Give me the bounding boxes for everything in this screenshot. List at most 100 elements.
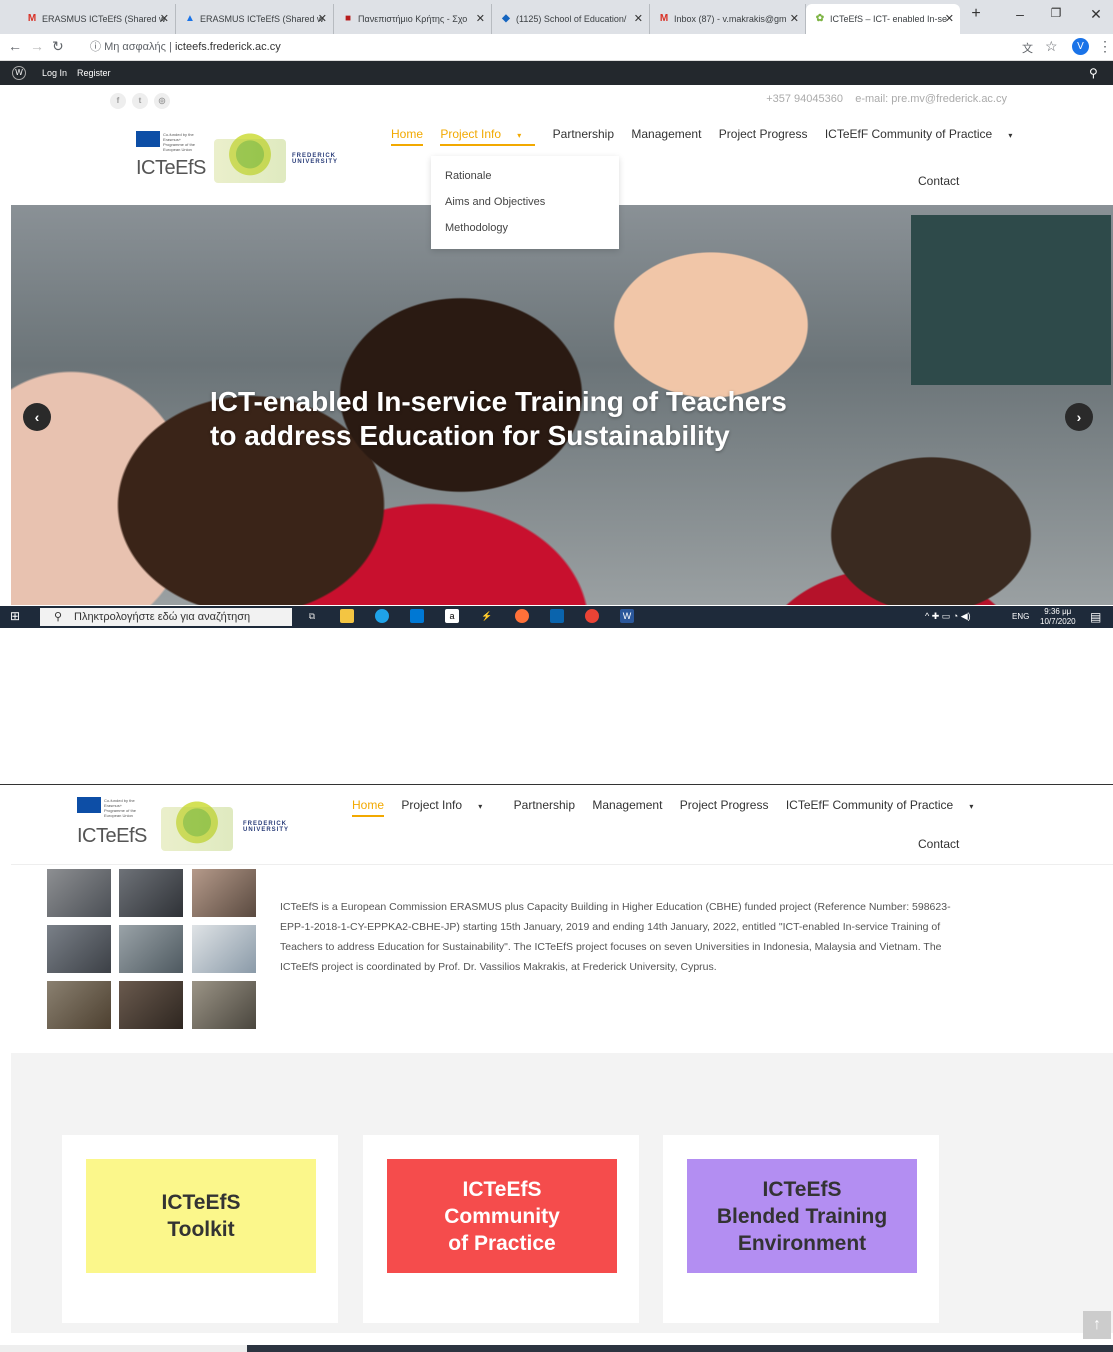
browser-tab[interactable]: M Inbox (87) - v.makrakis@gm ✕ — [650, 4, 806, 34]
close-tab-icon[interactable]: ✕ — [945, 4, 954, 34]
browser-tab[interactable]: M ERASMUS ICTeEfS (Shared w ✕ — [18, 4, 176, 34]
new-tab-button[interactable]: + — [966, 5, 986, 23]
mail-icon[interactable] — [550, 609, 564, 623]
back-icon[interactable]: ← — [8, 38, 22, 54]
menu-item-partnership[interactable]: Partnership — [553, 127, 614, 141]
task-view-icon[interactable]: ⧉ — [305, 609, 319, 623]
close-window-icon[interactable]: ✕ — [1086, 6, 1106, 23]
app-icon[interactable]: ⚡ — [480, 609, 494, 623]
close-tab-icon[interactable]: ✕ — [160, 4, 169, 34]
menu-item-community[interactable]: ICTeEfF Community of Practice ▾ — [786, 798, 988, 812]
email-address[interactable]: e-mail: pre.mv@frederick.ac.cy — [855, 93, 1007, 105]
bottom-screenshot: Co-funded by the Erasmus+ Programme of t… — [0, 784, 1113, 1352]
frederick-logo: FREDERICK UNIVERSITY — [243, 821, 290, 833]
browser-tab-active[interactable]: ✿ ICTeEfS – ICT- enabled In-se ✕ — [806, 4, 960, 34]
prev-slide-icon[interactable]: ‹ — [23, 403, 51, 431]
maximize-icon[interactable]: ❐ — [1046, 6, 1066, 20]
community-card[interactable]: ICTeEfS Community of Practice — [363, 1135, 639, 1323]
amazon-icon[interactable]: a — [445, 609, 459, 623]
search-icon[interactable]: ⚲ — [1089, 61, 1098, 85]
language-indicator[interactable]: ENG — [1012, 612, 1029, 621]
gallery-photo[interactable] — [192, 981, 256, 1029]
back-to-top-icon[interactable]: ↑ — [1083, 1311, 1111, 1339]
site-logo[interactable]: Co-funded by the Erasmus+ Programme of t… — [136, 131, 376, 183]
hero-title-line1: ICT-enabled In-service Training of Teach… — [210, 386, 787, 417]
clock[interactable]: 9:36 μμ 10/7/2020 — [1040, 607, 1076, 627]
close-tab-icon[interactable]: ✕ — [318, 4, 327, 34]
close-tab-icon[interactable]: ✕ — [790, 4, 799, 34]
bookmark-star-icon[interactable]: ☆ — [1045, 38, 1058, 55]
toolkit-button[interactable]: ICTeEfS Toolkit — [86, 1159, 316, 1273]
blended-training-button[interactable]: ICTeEfS Blended Training Environment — [687, 1159, 917, 1273]
menu-item-contact[interactable]: Contact — [918, 174, 959, 188]
address-bar: ← → ↻ ⓘ Μη ασφαλής | icteefs.frederick.a… — [0, 34, 1113, 61]
blended-training-card[interactable]: ICTeEfS Blended Training Environment — [663, 1135, 939, 1323]
dropdown-item-aims[interactable]: Aims and Objectives — [431, 196, 619, 222]
minimize-icon[interactable]: – — [1010, 6, 1030, 22]
hero-slider: ICT-enabled In-service Training of Teach… — [11, 205, 1113, 605]
browser-tab[interactable]: ■ Πανεπιστήμιο Κρήτης - Σχο ✕ — [334, 4, 492, 34]
menu-item-home[interactable]: Home — [391, 127, 424, 146]
file-explorer-icon[interactable] — [340, 609, 354, 623]
eu-flag-icon — [136, 131, 160, 147]
dropdown-item-methodology[interactable]: Methodology — [431, 222, 619, 248]
menu-item-project-progress[interactable]: Project Progress — [719, 127, 808, 141]
instagram-icon[interactable]: ◎ — [154, 93, 170, 109]
gallery-photo[interactable] — [47, 925, 111, 973]
translate-icon[interactable]: 文 — [1022, 40, 1033, 56]
menu-item-management[interactable]: Management — [631, 127, 701, 141]
forward-icon[interactable]: → — [30, 38, 44, 54]
browser-tab[interactable]: ▲ ERASMUS ICTeEfS (Shared w ✕ — [176, 4, 334, 34]
gallery-photo[interactable] — [192, 869, 256, 917]
menu-label: Project Info — [440, 127, 502, 141]
gallery-photo[interactable] — [47, 869, 111, 917]
hero-image — [911, 215, 1111, 385]
notifications-icon[interactable]: ▤ — [1090, 610, 1101, 624]
menu-item-project-info[interactable]: Project Info ▾ — [440, 127, 536, 146]
facebook-icon[interactable]: f — [110, 93, 126, 109]
system-tray-icons[interactable]: ^ ✚ ▭ ◔ ◀) — [925, 611, 971, 622]
menu-item-community[interactable]: ICTeEfF Community of Practice ▾ — [825, 127, 1027, 141]
gallery-photo[interactable] — [119, 981, 183, 1029]
login-link[interactable]: Log In — [42, 61, 67, 85]
reload-icon[interactable]: ↻ — [52, 38, 64, 55]
menu-item-management[interactable]: Management — [592, 798, 662, 812]
gallery-photo[interactable] — [47, 981, 111, 1029]
close-tab-icon[interactable]: ✕ — [476, 4, 485, 34]
register-link[interactable]: Register — [77, 61, 111, 85]
firefox-icon[interactable] — [515, 609, 529, 623]
toolkit-card[interactable]: ICTeEfS Toolkit — [62, 1135, 338, 1323]
close-tab-icon[interactable]: ✕ — [634, 4, 643, 34]
menu-dots-icon[interactable]: ⋮ — [1098, 38, 1112, 55]
profile-avatar[interactable]: V — [1072, 38, 1089, 55]
site-logo[interactable]: Co-funded by the Erasmus+ Programme of t… — [77, 797, 327, 853]
edge-icon[interactable] — [375, 609, 389, 623]
taskbar-search[interactable]: ⚲ Πληκτρολογήστε εδώ για αναζήτηση — [40, 608, 292, 626]
twitter-icon[interactable]: t — [132, 93, 148, 109]
url-field[interactable]: ⓘ Μη ασφαλής | icteefs.frederick.ac.cy — [90, 37, 281, 57]
menu-item-partnership[interactable]: Partnership — [514, 798, 575, 812]
word-icon[interactable]: W — [620, 609, 634, 623]
gallery-photo[interactable] — [119, 925, 183, 973]
security-label: Μη ασφαλής — [104, 41, 166, 53]
eu-funding-text: Co-funded by the Erasmus+ Programme of t… — [163, 132, 196, 152]
browser-tab[interactable]: ◆ (1125) School of Education/ ✕ — [492, 4, 650, 34]
wordpress-icon[interactable]: W — [12, 66, 26, 80]
windows-start-icon[interactable]: ⊞ — [10, 609, 20, 623]
menu-item-home[interactable]: Home — [352, 798, 385, 817]
store-icon[interactable] — [410, 609, 424, 623]
gallery-photo[interactable] — [119, 869, 183, 917]
windows-taskbar: ⊞ ⚲ Πληκτρολογήστε εδώ για αναζήτηση ⧉ a… — [0, 606, 1113, 628]
dropdown-item-rationale[interactable]: Rationale — [431, 170, 619, 196]
gmail-icon: M — [27, 13, 37, 24]
chrome-icon[interactable] — [585, 609, 599, 623]
gallery-photo[interactable] — [192, 925, 256, 973]
menu-item-project-progress[interactable]: Project Progress — [680, 798, 769, 812]
site-icon: ◆ — [502, 13, 510, 24]
next-slide-icon[interactable]: › — [1065, 403, 1093, 431]
menu-item-project-info[interactable]: Project Info ▾ — [401, 798, 496, 812]
menu-item-contact[interactable]: Contact — [918, 837, 959, 851]
info-icon: ⓘ — [90, 41, 105, 53]
community-button[interactable]: ICTeEfS Community of Practice — [387, 1159, 617, 1273]
feature-cards: ICTeEfS Toolkit ICTeEfS Community of Pra… — [11, 1053, 1113, 1333]
